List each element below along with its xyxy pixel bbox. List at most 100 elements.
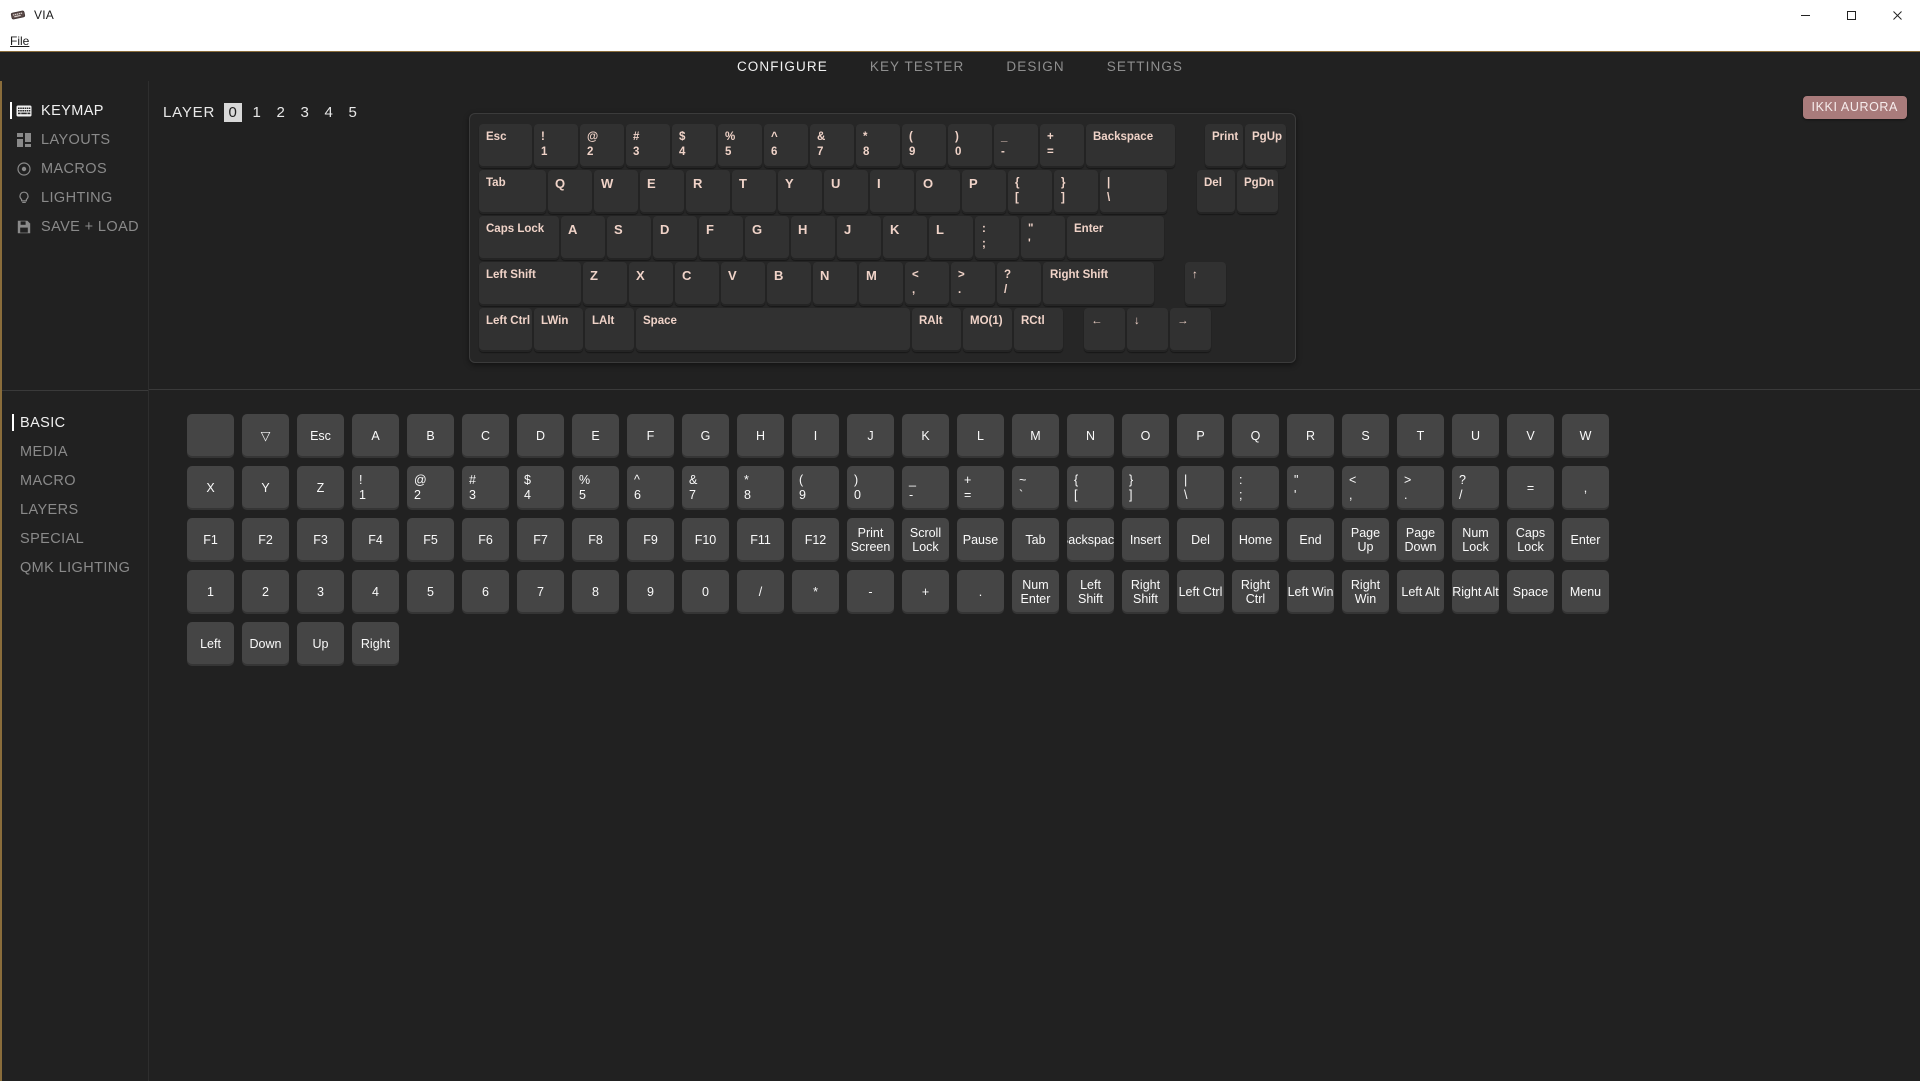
palette-key[interactable]: I (792, 414, 839, 458)
keyboard-key[interactable]: ) 0 (948, 124, 992, 168)
layer-button-4[interactable]: 4 (320, 103, 338, 122)
menu-file[interactable]: File (7, 33, 32, 49)
keyboard-key[interactable]: P (962, 170, 1006, 214)
keyboard-key[interactable]: H (791, 216, 835, 260)
palette-key[interactable]: 7 (517, 570, 564, 614)
layer-button-5[interactable]: 5 (344, 103, 362, 122)
keyboard-key[interactable]: W (594, 170, 638, 214)
palette-key[interactable]: Right Ctrl (1232, 570, 1279, 614)
close-button[interactable] (1874, 0, 1920, 30)
keyboard-key[interactable]: ← (1084, 308, 1125, 352)
keyboard-key[interactable]: S (607, 216, 651, 260)
keyboard-key[interactable]: Print (1205, 124, 1243, 168)
keyboard-key[interactable]: C (675, 262, 719, 306)
palette-key[interactable]: Insert (1122, 518, 1169, 562)
keyboard-key[interactable]: LWin (534, 308, 583, 352)
keyboard-key[interactable]: MO(1) (963, 308, 1012, 352)
palette-key[interactable]: X (187, 466, 234, 510)
palette-key[interactable]: W (1562, 414, 1609, 458)
palette-key[interactable]: % 5 (572, 466, 619, 510)
palette-key[interactable]: ~ ` (1012, 466, 1059, 510)
palette-key[interactable]: F8 (572, 518, 619, 562)
palette-key[interactable]: | \ (1177, 466, 1224, 510)
palette-key[interactable]: {[ (1067, 466, 1114, 510)
palette-key[interactable]: + = (957, 466, 1004, 510)
keyboard-key[interactable]: PgDn (1237, 170, 1278, 214)
palette-key[interactable]: F (627, 414, 674, 458)
layer-button-2[interactable]: 2 (272, 103, 290, 122)
palette-key[interactable]: F9 (627, 518, 674, 562)
palette-key[interactable]: Caps Lock (1507, 518, 1554, 562)
palette-key[interactable]: @2 (407, 466, 454, 510)
palette-key[interactable]: - (847, 570, 894, 614)
palette-key[interactable]: T (1397, 414, 1444, 458)
palette-key[interactable]: 9 (627, 570, 674, 614)
keyboard-key[interactable]: L (929, 216, 973, 260)
palette-key[interactable]: Left Shift (1067, 570, 1114, 614)
palette-key[interactable]: }] (1122, 466, 1169, 510)
palette-key[interactable]: Space (1507, 570, 1554, 614)
palette-key[interactable]: + (902, 570, 949, 614)
palette-key[interactable]: J (847, 414, 894, 458)
palette-key[interactable]: E (572, 414, 619, 458)
keyboard-key[interactable]: ↑ (1185, 262, 1226, 306)
keyboard-key[interactable]: E (640, 170, 684, 214)
keyboard-key[interactable]: & 7 (810, 124, 854, 168)
palette-key[interactable]: F10 (682, 518, 729, 562)
palette-key[interactable]: Backspace (1067, 518, 1114, 562)
device-badge[interactable]: IKKI AURORA (1802, 96, 1907, 119)
palette-key[interactable]: F4 (352, 518, 399, 562)
palette-key[interactable]: Num Lock (1452, 518, 1499, 562)
palette-key[interactable]: Right (352, 622, 399, 666)
keyboard-key[interactable]: Del (1197, 170, 1235, 214)
tab-key-tester[interactable]: KEY TESTER (870, 59, 965, 74)
palette-key[interactable]: Q (1232, 414, 1279, 458)
keyboard-key[interactable]: PgUp (1245, 124, 1286, 168)
palette-key[interactable]: G (682, 414, 729, 458)
palette-key[interactable]: Right Win (1342, 570, 1389, 614)
palette-key[interactable]: Y (242, 466, 289, 510)
palette-key[interactable]: End (1287, 518, 1334, 562)
palette-key[interactable]: H (737, 414, 784, 458)
palette-key[interactable]: M (1012, 414, 1059, 458)
keyboard-key[interactable]: I (870, 170, 914, 214)
palette-key[interactable]: Down (242, 622, 289, 666)
keyboard-key[interactable]: A (561, 216, 605, 260)
palette-key[interactable]: U (1452, 414, 1499, 458)
palette-key[interactable]: O (1122, 414, 1169, 458)
palette-key[interactable]: / (737, 570, 784, 614)
category-qmk-lighting[interactable]: QMK LIGHTING (2, 553, 148, 582)
sidebar-item-macros[interactable]: MACROS (2, 154, 148, 183)
category-macro[interactable]: MACRO (2, 466, 148, 495)
palette-key[interactable]: Menu (1562, 570, 1609, 614)
keyboard-key[interactable]: Backspace (1086, 124, 1175, 168)
keyboard-key[interactable]: ? / (997, 262, 1041, 306)
palette-key[interactable]: N (1067, 414, 1114, 458)
category-media[interactable]: MEDIA (2, 437, 148, 466)
palette-key[interactable]: Esc (297, 414, 344, 458)
keyboard-key[interactable]: R (686, 170, 730, 214)
keyboard-key[interactable]: " ' (1021, 216, 1065, 260)
palette-key[interactable]: F3 (297, 518, 344, 562)
palette-key[interactable]: 3 (297, 570, 344, 614)
palette-key[interactable]: Num Enter (1012, 570, 1059, 614)
maximize-button[interactable] (1828, 0, 1874, 30)
palette-key[interactable]: Left Ctrl (1177, 570, 1224, 614)
palette-key[interactable]: V (1507, 414, 1554, 458)
keyboard-key[interactable]: T (732, 170, 776, 214)
keyboard-key[interactable]: D (653, 216, 697, 260)
palette-key[interactable]: F6 (462, 518, 509, 562)
palette-key[interactable]: B (407, 414, 454, 458)
palette-key[interactable]: * 8 (737, 466, 784, 510)
tab-settings[interactable]: SETTINGS (1107, 59, 1183, 74)
keyboard-key[interactable]: X (629, 262, 673, 306)
keyboard-key[interactable]: # 3 (626, 124, 670, 168)
keyboard-key[interactable]: Right Shift (1043, 262, 1154, 306)
palette-key[interactable]: " ' (1287, 466, 1334, 510)
palette-key[interactable]: P (1177, 414, 1224, 458)
keyboard-key[interactable]: Enter (1067, 216, 1164, 260)
sidebar-item-keymap[interactable]: KEYMAP (2, 96, 148, 125)
palette-key[interactable]: (9 (792, 466, 839, 510)
palette-key[interactable]: F5 (407, 518, 454, 562)
category-basic[interactable]: BASIC (2, 408, 148, 437)
